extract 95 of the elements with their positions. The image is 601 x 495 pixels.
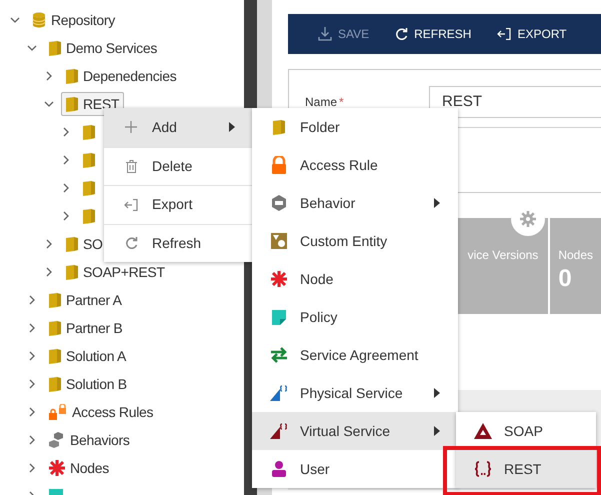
shapes-icon	[271, 233, 287, 249]
chevron-right-icon[interactable]	[44, 239, 54, 249]
folder-icon	[49, 376, 61, 392]
tree-node[interactable]: Solution B	[44, 372, 132, 396]
toolbar-button[interactable]: EXPORT	[497, 25, 567, 43]
tree-node[interactable]: Behaviors	[44, 428, 135, 452]
folder-icon	[83, 152, 95, 168]
tree-node[interactable]: Solution A	[44, 344, 132, 368]
tree-node-label: Repository	[51, 10, 115, 30]
menu-item[interactable]: Behavior	[252, 184, 458, 222]
chevron-right-icon[interactable]	[27, 435, 37, 445]
tree-node[interactable]: Depenedencies	[61, 64, 182, 88]
folder-icon	[83, 208, 95, 224]
folder-icon	[49, 320, 61, 336]
tree-node[interactable]: Repository	[27, 8, 120, 32]
service-icon	[270, 423, 288, 439]
menu-item[interactable]: REST	[456, 450, 596, 488]
menu-item[interactable]: User	[252, 450, 458, 488]
tree-node[interactable]: Access Rules	[44, 400, 158, 424]
toolbar-button[interactable]: REFRESH	[395, 25, 472, 43]
folder-icon	[49, 40, 61, 56]
tree-node-label: Solution A	[66, 346, 126, 366]
chevron-right-icon[interactable]	[27, 379, 37, 389]
menu-item[interactable]: Custom Entity	[252, 222, 458, 260]
folder-icon	[83, 124, 95, 140]
tree-node-label: Nodes	[70, 458, 109, 478]
settings-icon	[520, 211, 536, 227]
triangle-icon	[474, 423, 492, 439]
chevron-right-icon[interactable]	[44, 71, 54, 81]
chevron-down-icon[interactable]	[44, 99, 54, 109]
database-icon	[32, 12, 46, 28]
tree-node-label: SO	[83, 234, 103, 254]
tree-node-label: Demo Services	[66, 38, 158, 58]
service-icon	[270, 385, 288, 401]
tree-node-label: Access Rules	[72, 402, 154, 422]
folder-icon	[49, 348, 61, 364]
trash-icon	[126, 160, 136, 173]
chevron-right-icon[interactable]	[27, 351, 37, 361]
policy-icon	[272, 310, 286, 324]
hexagons-icon	[49, 432, 65, 448]
tree-node-label: Behaviors	[70, 430, 130, 450]
chevron-down-icon[interactable]	[10, 15, 20, 25]
tree-node[interactable]: Demo Services	[44, 36, 162, 60]
folder-icon	[83, 180, 95, 196]
tree-node[interactable]: SOAP+REST	[61, 260, 170, 284]
chevron-right-icon[interactable]	[27, 463, 37, 473]
hexagon-icon	[271, 195, 287, 211]
chevron-down-icon[interactable]	[27, 43, 37, 53]
tree-node[interactable]: Partner B	[44, 316, 128, 340]
tree-node-label: Depenedencies	[83, 66, 176, 86]
tree-node-label: Solution B	[66, 374, 127, 394]
export-icon	[497, 28, 512, 40]
menu-item[interactable]: Add	[104, 108, 253, 146]
tree-node-label: Partner B	[66, 318, 122, 338]
folder-icon	[66, 96, 78, 112]
node-icon	[49, 460, 65, 476]
chevron-right-icon[interactable]	[27, 323, 37, 333]
tree-node-label: Partner A	[66, 290, 122, 310]
menu-item[interactable]: Refresh	[104, 224, 253, 262]
refresh-icon	[124, 236, 138, 250]
lock-icon	[49, 404, 67, 420]
swap-arrows-icon	[270, 347, 288, 363]
folder-icon	[66, 264, 78, 280]
chevron-right-icon[interactable]	[61, 183, 71, 193]
chevron-right-icon[interactable]	[27, 407, 37, 417]
chevron-right-icon[interactable]	[61, 155, 71, 165]
folder-icon	[273, 120, 285, 134]
name-label: Name *	[305, 94, 345, 111]
menu-item[interactable]: Export	[104, 185, 253, 224]
export-icon	[124, 198, 138, 211]
menu-item[interactable]: Folder	[252, 108, 458, 146]
braces-icon	[474, 461, 492, 477]
node-icon	[271, 271, 287, 287]
tree-node-label: SOAP+REST	[83, 262, 165, 282]
menu-item[interactable]: Node	[252, 260, 458, 298]
folder-icon	[66, 236, 78, 252]
menu-item[interactable]: Delete	[104, 146, 253, 185]
chevron-right-icon[interactable]	[44, 267, 54, 277]
menu-item[interactable]: Policy	[252, 298, 458, 336]
menu-item[interactable]: Virtual Service	[252, 412, 458, 450]
chevron-right-icon[interactable]	[61, 127, 71, 137]
chevron-right-icon[interactable]	[61, 211, 71, 221]
tree-node[interactable]: Nodes	[44, 456, 114, 480]
tree-node[interactable]: Partner A	[44, 288, 127, 312]
chevron-right-icon[interactable]	[27, 295, 37, 305]
menu-item[interactable]: Physical Service	[252, 374, 458, 412]
lock-icon	[271, 156, 287, 174]
refresh-icon	[395, 28, 408, 40]
plus-icon	[125, 121, 137, 134]
download-icon	[318, 27, 332, 41]
folder-icon	[49, 292, 61, 308]
menu-item[interactable]: Service Agreement	[252, 336, 458, 374]
folder-icon	[66, 68, 78, 84]
menu-item[interactable]: Access Rule	[252, 146, 458, 184]
user-icon	[271, 461, 287, 477]
